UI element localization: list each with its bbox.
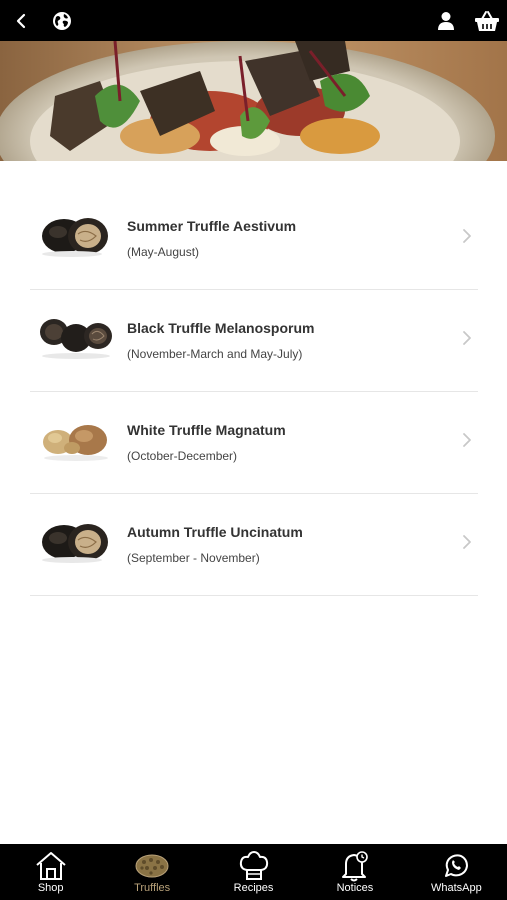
chef-hat-icon (239, 851, 268, 880)
truffle-season: (October-December) (127, 449, 238, 463)
chevron-right-icon (463, 229, 471, 243)
globe-icon (53, 11, 71, 30)
top-bar (0, 0, 507, 41)
tab-truffles-label: Truffles (134, 882, 171, 894)
truffle-thumbnail (38, 410, 114, 466)
tab-shop[interactable]: Shop (0, 844, 101, 900)
chevron-left-icon (16, 13, 26, 28)
account-button[interactable] (434, 0, 458, 41)
tab-shop-label: Shop (37, 882, 64, 894)
tab-whatsapp-label: WhatsApp (430, 882, 482, 894)
bell-icon (341, 851, 368, 882)
tab-truffles[interactable]: Truffles (101, 844, 202, 900)
tab-notices[interactable]: Notices (304, 844, 405, 900)
tab-recipes[interactable]: Recipes (203, 844, 304, 900)
back-button[interactable] (8, 0, 34, 41)
truffle-name: Autumn Truffle Uncinatum (127, 524, 303, 540)
app-screen: Summer Truffle Aestivum (May-August) Black… (0, 0, 507, 900)
hero-image (0, 41, 507, 161)
chevron-right-icon (463, 331, 471, 345)
user-icon (438, 11, 454, 30)
truffle-list: Summer Truffle Aestivum (May-August) Black… (30, 188, 478, 596)
truffle-season: (September - November) (127, 551, 260, 565)
shop-icon (36, 852, 66, 880)
truffle-list-item[interactable]: Autumn Truffle Uncinatum (September - Nov… (30, 494, 478, 596)
truffle-name: Summer Truffle Aestivum (127, 218, 297, 234)
truffle-name: Black Truffle Melanosporum (127, 320, 315, 336)
tab-recipes-label: Recipes (233, 882, 274, 894)
tab-whatsapp[interactable]: WhatsApp (406, 844, 507, 900)
truffle-season: (May-August) (127, 245, 200, 259)
bottom-nav: Shop Truffles Recipes Notices WhatsApp (0, 844, 507, 900)
truffle-thumbnail (38, 308, 114, 364)
truffle-list-item[interactable]: Summer Truffle Aestivum (May-August) (30, 188, 478, 290)
cart-button[interactable] (473, 0, 501, 41)
basket-icon (475, 10, 499, 31)
truffle-list-item[interactable]: Black Truffle Melanosporum (November-Marc… (30, 290, 478, 392)
truffle-list-item[interactable]: White Truffle Magnatum (October-December) (30, 392, 478, 494)
chevron-right-icon (463, 433, 471, 447)
truffle-thumbnail (38, 206, 114, 262)
language-button[interactable] (50, 0, 74, 41)
truffle-name: White Truffle Magnatum (127, 422, 286, 438)
whatsapp-icon (445, 854, 469, 877)
truffle-season: (November-March and May-July) (127, 347, 303, 361)
truffle-thumbnail (38, 512, 114, 568)
chevron-right-icon (463, 535, 471, 549)
tab-notices-label: Notices (336, 882, 374, 894)
truffle-icon (135, 854, 169, 878)
